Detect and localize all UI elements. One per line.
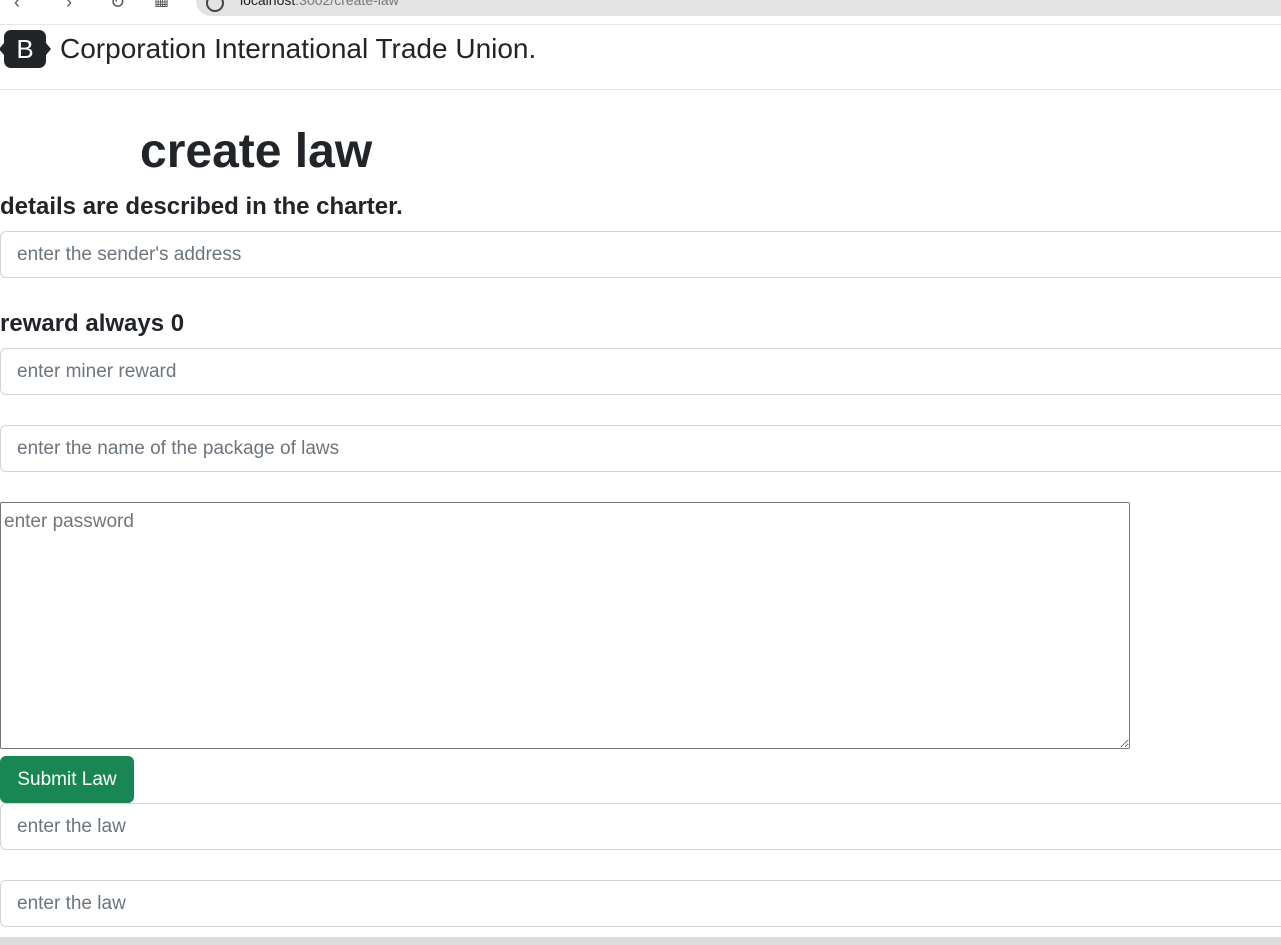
reload-icon[interactable]: ↻: [110, 0, 125, 13]
submit-law-button[interactable]: Submit Law: [0, 756, 134, 803]
sender-address-input[interactable]: [0, 231, 1281, 278]
site-info-icon[interactable]: [206, 0, 224, 12]
apps-icon[interactable]: ▦: [154, 0, 169, 10]
law-input-2[interactable]: [0, 880, 1281, 927]
miner-reward-input[interactable]: [0, 348, 1281, 395]
details-label: details are described in the charter.: [0, 193, 403, 220]
forward-icon[interactable]: ›: [66, 0, 72, 13]
package-name-input[interactable]: [0, 425, 1281, 472]
law-input-1[interactable]: [0, 803, 1281, 850]
navbar: B Corporation International Trade Union.: [0, 24, 1281, 90]
browser-toolbar: ‹ › ↻ ▦ localhost:3002/create-law: [0, 0, 1281, 24]
horizontal-scrollbar[interactable]: [0, 937, 1281, 945]
brand-name[interactable]: Corporation International Trade Union.: [60, 32, 536, 66]
reward-label: reward always 0: [0, 310, 185, 337]
url-text: localhost:3002/create-law: [240, 0, 399, 8]
back-icon[interactable]: ‹: [14, 0, 20, 13]
address-bar[interactable]: localhost:3002/create-law: [196, 0, 1281, 16]
bootstrap-logo-icon[interactable]: B: [0, 30, 51, 68]
page-title: create law: [140, 125, 373, 178]
password-textarea[interactable]: [0, 502, 1130, 749]
